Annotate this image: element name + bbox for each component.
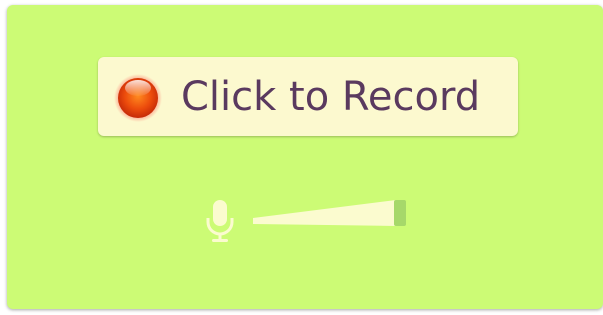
recorder-panel: Click to Record xyxy=(7,5,603,309)
record-button[interactable]: Click to Record xyxy=(98,57,518,136)
input-level-meter xyxy=(253,200,406,226)
record-button-label: Click to Record xyxy=(181,74,481,120)
microphone-icon xyxy=(206,200,234,242)
input-level-end xyxy=(394,200,406,226)
record-dot-icon xyxy=(114,74,162,122)
input-level-fill xyxy=(253,200,396,226)
